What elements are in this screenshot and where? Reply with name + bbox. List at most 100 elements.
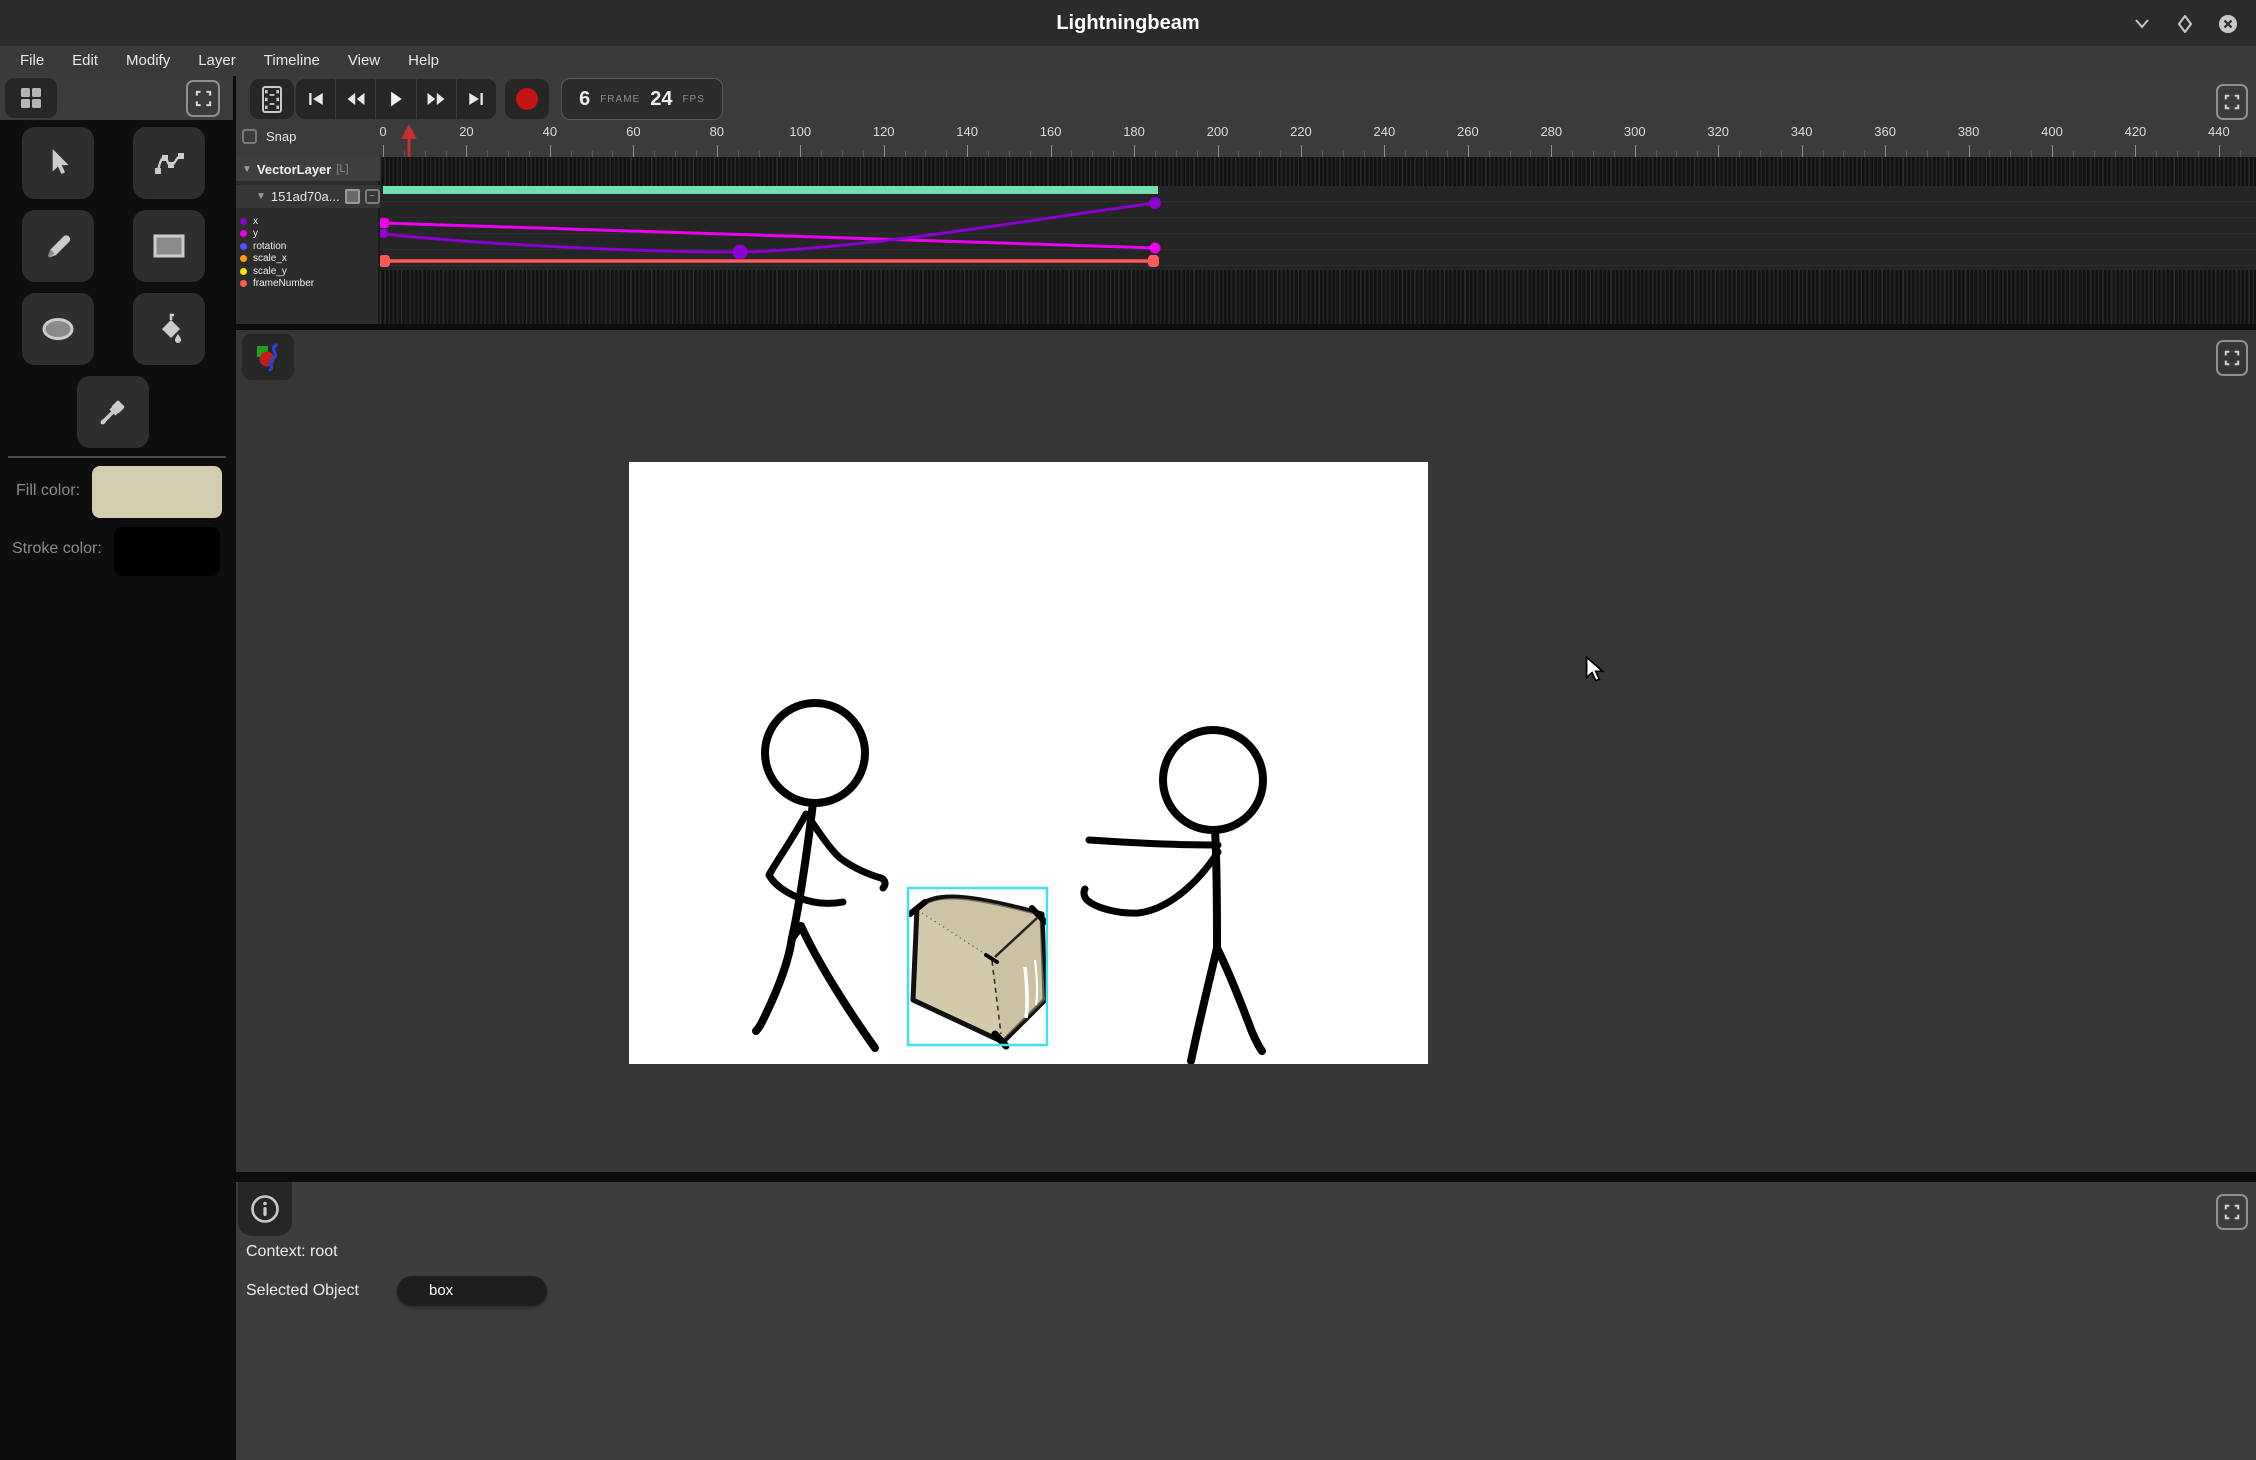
property-name: scale_y — [253, 266, 287, 277]
keyframe[interactable] — [380, 218, 389, 228]
stick-figure-left[interactable] — [756, 703, 885, 1048]
go-to-end-button[interactable] — [457, 79, 496, 119]
transport-controls — [296, 79, 496, 119]
collapse-caret-icon[interactable]: ▼ — [242, 164, 252, 175]
menu-help[interactable]: Help — [394, 46, 453, 76]
snap-checkbox[interactable] — [242, 129, 257, 144]
layer-visibility-toggle[interactable] — [345, 189, 360, 204]
info-icon — [250, 1194, 280, 1224]
property-row-rotation[interactable]: rotation — [240, 240, 314, 253]
ruler-tick-major — [717, 145, 718, 157]
ruler-label: 380 — [1958, 124, 1980, 139]
transform-icon — [152, 148, 186, 178]
menu-layer[interactable]: Layer — [184, 46, 250, 76]
property-list: xyrotationscale_x scale_yframeNumber — [240, 215, 314, 290]
property-color-dot — [240, 280, 247, 287]
info-button[interactable] — [238, 1182, 292, 1236]
fullscreen-icon — [2224, 350, 2240, 366]
inspector-expand-button[interactable] — [2216, 1194, 2248, 1230]
skip-end-icon — [467, 91, 485, 107]
playhead[interactable] — [398, 122, 420, 158]
timeline-ruler[interactable]: 0204060801001201401601802002202402602803… — [380, 122, 2256, 157]
menu-file[interactable]: File — [6, 46, 58, 76]
ruler-label: 400 — [2041, 124, 2063, 139]
property-name: scale_x — [253, 253, 287, 264]
canvas-logo-button[interactable] — [242, 334, 294, 380]
app-window: Lightningbeam File Edit Modify Layer Tim… — [0, 0, 2256, 1460]
property-row-frameNumber[interactable]: frameNumber — [240, 278, 314, 291]
frame-fps-display: 6 FRAME 24 FPS — [561, 78, 723, 120]
film-button[interactable] — [250, 79, 294, 119]
property-row-scale_y[interactable]: scale_y — [240, 265, 314, 278]
keyframe[interactable] — [733, 245, 748, 260]
property-row-y[interactable]: y — [240, 228, 314, 241]
tools-expand-button[interactable] — [186, 80, 220, 117]
timeline-expand-button[interactable] — [2216, 84, 2248, 120]
close-icon[interactable] — [2217, 13, 2239, 35]
rewind-button[interactable] — [336, 79, 376, 119]
stick-figure-right[interactable] — [1084, 730, 1263, 1061]
ruler-label: 260 — [1457, 124, 1479, 139]
layer-child-row[interactable]: ▼ 151ad70a... ~ — [236, 185, 380, 208]
eyedropper-tool-button[interactable] — [77, 376, 149, 448]
ruler-tick-major — [633, 145, 634, 157]
transform-tool-button[interactable] — [133, 127, 205, 199]
ruler-label: 240 — [1374, 124, 1396, 139]
box-object[interactable] — [910, 897, 1045, 1046]
layer-row-vectorlayer[interactable]: ▼ VectorLayer [L] — [236, 157, 380, 181]
menu-modify[interactable]: Modify — [112, 46, 184, 76]
ruler-tick-major — [1969, 145, 1970, 157]
selected-object-value[interactable]: box — [397, 1276, 547, 1306]
select-tool-button[interactable] — [22, 127, 94, 199]
ruler-label: 160 — [1040, 124, 1062, 139]
stroke-color-swatch[interactable] — [114, 527, 220, 576]
play-button[interactable] — [376, 79, 416, 119]
pencil-tool-button[interactable] — [22, 210, 94, 282]
keyframe[interactable] — [380, 255, 390, 267]
keyframe[interactable] — [1148, 255, 1159, 267]
stage-drawing — [629, 462, 1428, 1064]
record-button[interactable] — [505, 79, 549, 119]
selected-object-label: Selected Object — [246, 1282, 359, 1300]
property-row-scale_x[interactable]: scale_x — [240, 253, 314, 266]
ruler-tick-major — [800, 145, 801, 157]
menu-edit[interactable]: Edit — [58, 46, 112, 76]
fast-forward-button[interactable] — [417, 79, 457, 119]
maximize-icon[interactable] — [2174, 13, 2196, 35]
keyframe[interactable] — [1149, 197, 1161, 209]
paint-bucket-tool-button[interactable] — [133, 293, 205, 365]
ruler-label: 220 — [1290, 124, 1312, 139]
ruler-tick-major — [2052, 145, 2053, 157]
layer-list: ▼ VectorLayer [L] ▼ 151ad70a... ~ xyrota… — [236, 157, 380, 324]
fullscreen-icon — [2224, 94, 2240, 110]
paint-bucket-icon — [153, 313, 185, 345]
menu-view[interactable]: View — [334, 46, 394, 76]
ellipse-tool-button[interactable] — [22, 293, 94, 365]
ruler-label: 180 — [1123, 124, 1145, 139]
stage[interactable] — [629, 462, 1428, 1064]
property-color-dot — [240, 268, 247, 275]
property-color-dot — [240, 255, 247, 262]
frame-label: FRAME — [600, 94, 640, 105]
go-to-start-button[interactable] — [296, 79, 336, 119]
panel-grid-button[interactable] — [5, 78, 57, 118]
layer-tilde-button[interactable]: ~ — [365, 189, 380, 204]
ruler-tick-major — [884, 145, 885, 157]
keyframe[interactable] — [380, 229, 388, 238]
timeline-tracks[interactable] — [380, 157, 2256, 324]
ruler-tick-major — [2219, 145, 2220, 157]
fullscreen-icon — [195, 90, 212, 107]
minimize-icon[interactable] — [2131, 13, 2153, 35]
fill-color-swatch[interactable] — [92, 466, 222, 518]
ruler-label: 300 — [1624, 124, 1646, 139]
rectangle-tool-button[interactable] — [133, 210, 205, 282]
property-name: y — [253, 228, 258, 239]
canvas-expand-button[interactable] — [2216, 340, 2248, 376]
fill-color-label: Fill color: — [16, 482, 80, 500]
keyframe[interactable] — [1150, 243, 1161, 254]
property-row-x[interactable]: x — [240, 215, 314, 228]
collapse-caret-icon[interactable]: ▼ — [256, 191, 266, 202]
app-logo-icon — [254, 343, 282, 371]
menu-timeline[interactable]: Timeline — [250, 46, 334, 76]
context-text: Context: root — [246, 1243, 338, 1261]
